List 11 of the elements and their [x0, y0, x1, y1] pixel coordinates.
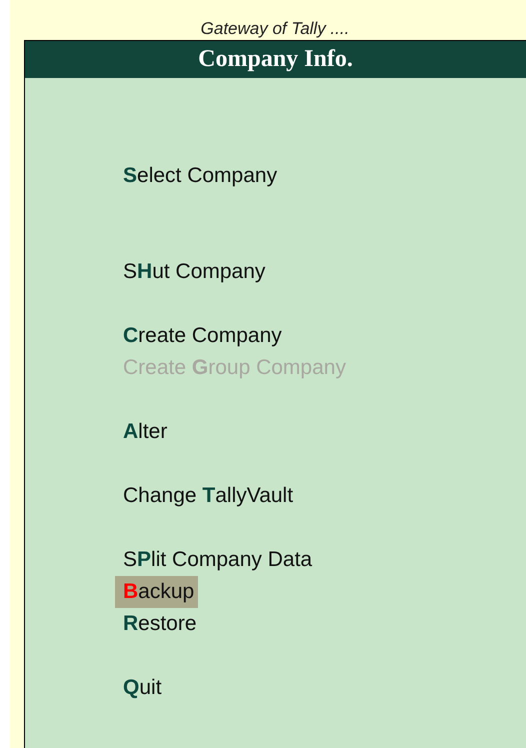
menu-item[interactable]: SPlit Company Data: [115, 544, 316, 576]
menu-item[interactable]: Select Company: [115, 160, 282, 192]
menu-item[interactable]: Restore: [115, 608, 201, 640]
menu-item[interactable]: Quit: [115, 672, 166, 704]
menu-item[interactable]: Backup: [115, 576, 198, 608]
panel-title: Company Info.: [25, 41, 526, 78]
menu-item[interactable]: Change TallyVault: [115, 480, 298, 512]
menu-item[interactable]: Alter: [115, 416, 172, 448]
breadcrumb-title: Gateway of Tally ....: [200, 19, 350, 40]
menu-item[interactable]: SHut Company: [115, 256, 270, 288]
menu-item[interactable]: Create Company: [115, 320, 286, 352]
